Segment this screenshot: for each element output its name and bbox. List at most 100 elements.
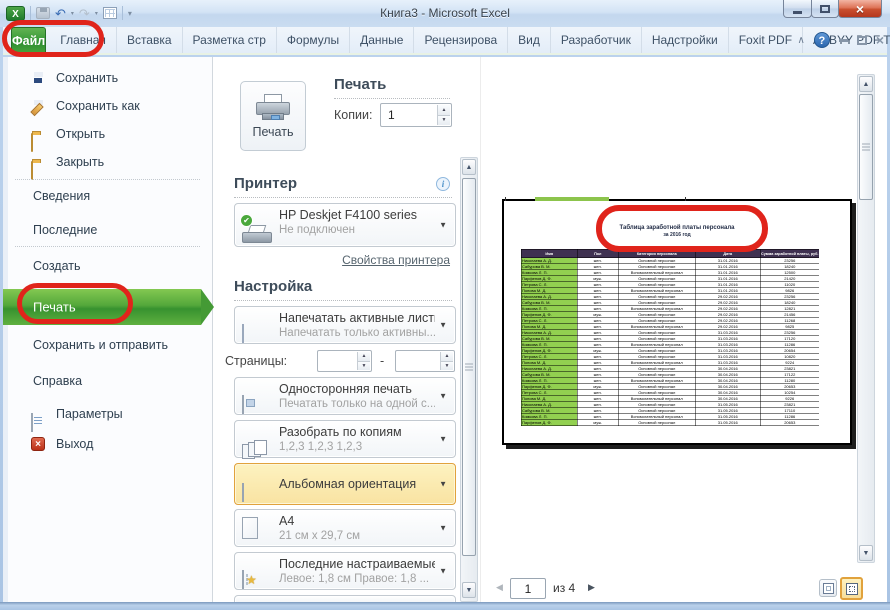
workbook-minimize-icon[interactable]	[839, 39, 848, 42]
sidebar-separator	[15, 246, 200, 247]
ribbon-tab-4[interactable]: Формулы	[277, 27, 350, 53]
preview-scrollbar[interactable]: ▲ ▼	[857, 74, 875, 563]
ribbon-tab-7[interactable]: Вид	[508, 27, 551, 53]
ribbon-tab-10[interactable]: Foxit PDF	[729, 27, 803, 53]
scrollbar-thumb[interactable]	[462, 178, 476, 556]
page-count-label: из 4	[553, 581, 575, 595]
pages-from-stepper[interactable]: ▲▼	[317, 350, 372, 372]
chevron-down-icon: ▼	[439, 480, 447, 489]
maximize-button[interactable]	[811, 0, 839, 18]
excel-window: { "window": { "title": "Книга3 - Microso…	[0, 0, 890, 610]
printer-properties-link[interactable]: Свойства принтера	[342, 253, 450, 267]
spin-up-icon[interactable]: ▲	[437, 105, 450, 115]
previous-page-icon[interactable]: ◀	[496, 582, 503, 593]
collapse-ribbon-icon[interactable]: ∧	[797, 35, 804, 46]
print-settings-panel: Печать Печать Копии: 1 ▲▼ Принтер i ✔ HP…	[214, 57, 460, 602]
table-row: Парфенов Д. Ф.муж.Основной персонал31.05…	[521, 420, 819, 426]
spin-down-icon[interactable]: ▼	[440, 361, 453, 371]
printer-select-dropdown[interactable]: ✔ HP Deskjet F4100 series Не подключен ▼	[234, 203, 456, 247]
ribbon-tab-9[interactable]: Надстройки	[642, 27, 729, 53]
print-what-dropdown[interactable]: Напечатать активные листы Напечатать тол…	[234, 306, 456, 344]
printer-icon	[256, 94, 290, 120]
window-title: Книга3 - Microsoft Excel	[0, 6, 890, 20]
margin-tick	[685, 197, 686, 201]
zoom-to-page-button[interactable]	[840, 577, 863, 600]
chevron-down-icon: ▼	[439, 567, 447, 576]
show-margins-icon	[823, 583, 834, 594]
printer-status: Не подключен	[279, 224, 435, 236]
backstage-view: Сохранить Сохранить как Открыть Закрыть …	[3, 57, 887, 602]
chevron-down-icon: ▼	[439, 392, 447, 401]
minimize-button[interactable]	[783, 0, 812, 18]
close-button[interactable]: ×	[838, 0, 882, 18]
margins-dropdown[interactable]: ★ Последние настраиваемые ... Левое: 1,8…	[234, 552, 456, 590]
sidebar-item-save[interactable]: Сохранить	[3, 65, 212, 91]
scrollbar-thumb[interactable]	[859, 94, 873, 200]
divider	[234, 300, 452, 301]
sidebar-item-save-and-send[interactable]: Сохранить и отправить	[3, 332, 212, 358]
margins-icon: ★	[242, 570, 244, 589]
spin-up-icon[interactable]: ▲	[357, 352, 370, 361]
pages-to-stepper[interactable]: ▲▼	[395, 350, 455, 372]
chevron-down-icon: ▼	[439, 435, 447, 444]
workbook-close-icon[interactable]: ×	[876, 34, 884, 46]
info-icon[interactable]: i	[436, 177, 450, 191]
ribbon-tab-3[interactable]: Разметка стр	[183, 27, 277, 53]
scroll-up-icon[interactable]: ▲	[859, 76, 873, 92]
annotation-ellipse-print-item	[17, 283, 133, 324]
sidebar-item-close[interactable]: Закрыть	[3, 149, 212, 175]
sidebar-item-options[interactable]: Параметры	[3, 401, 212, 427]
spin-down-icon[interactable]: ▼	[437, 115, 450, 126]
title-bar: X ↶▾ ↷▾ ▾ Книга3 - Microsoft Excel ×	[0, 0, 890, 27]
sidebar-item-new[interactable]: Создать	[3, 253, 212, 279]
workbook-restore-icon[interactable]	[857, 36, 867, 45]
settings-section-title: Настройка	[234, 278, 312, 295]
exit-icon: ×	[31, 437, 45, 451]
sidebar-item-recent[interactable]: Последние	[3, 217, 212, 243]
copies-stepper[interactable]: 1 ▲▼	[380, 103, 452, 127]
help-icon[interactable]: ?	[814, 32, 830, 48]
preview-table: ИмяПолКатегория персоналаДатаСумма зараб…	[521, 249, 819, 427]
sidebar-item-info[interactable]: Сведения	[3, 183, 212, 209]
sidebar-separator	[15, 179, 200, 180]
ribbon-tab-row: Файл ГлавнаяВставкаРазметка стрФормулыДа…	[3, 27, 887, 55]
divider	[234, 197, 452, 198]
backstage-sidebar: Сохранить Сохранить как Открыть Закрыть …	[3, 57, 213, 602]
current-page-input[interactable]: 1	[510, 578, 546, 599]
close-folder-icon	[31, 161, 33, 180]
preview-page-top-strip	[535, 197, 609, 201]
close-icon: ×	[856, 2, 864, 16]
sidebar-item-exit[interactable]: × Выход	[3, 431, 212, 457]
options-icon	[31, 413, 33, 432]
settings-scrollbar[interactable]: ▲ ▼	[460, 157, 478, 602]
duplex-dropdown[interactable]: Односторонняя печать Печатать только на …	[234, 377, 456, 415]
annotation-ellipse-file-tab	[2, 20, 104, 57]
chevron-down-icon: ▼	[439, 221, 447, 230]
print-button[interactable]: Печать	[240, 81, 306, 151]
scroll-down-icon[interactable]: ▼	[859, 545, 873, 561]
ribbon-tab-6[interactable]: Рецензирова	[414, 27, 508, 53]
divider	[334, 98, 450, 99]
scroll-down-icon[interactable]: ▼	[462, 582, 476, 598]
pages-dash: -	[380, 354, 384, 368]
orientation-dropdown[interactable]: Альбомная ориентация ▼	[234, 463, 456, 505]
copies-label: Копии:	[334, 108, 372, 122]
chevron-down-icon: ▼	[439, 524, 447, 533]
collation-dropdown[interactable]: Разобрать по копиям 1,2,3 1,2,3 1,2,3 ▼	[234, 420, 456, 458]
maximize-icon	[820, 5, 830, 13]
show-margins-button[interactable]	[819, 579, 837, 597]
ribbon-tab-2[interactable]: Вставка	[117, 27, 183, 53]
paper-size-icon	[242, 517, 258, 539]
sidebar-item-open[interactable]: Открыть	[3, 121, 212, 147]
paper-size-dropdown[interactable]: A4 21 см x 29,7 см ▼	[234, 509, 456, 547]
sidebar-item-save-as[interactable]: Сохранить как	[3, 93, 212, 119]
preview-page-navigation: ◀ 1 из 4 ▶	[481, 578, 887, 602]
ribbon-tab-5[interactable]: Данные	[350, 27, 414, 53]
ribbon-tab-8[interactable]: Разработчик	[551, 27, 642, 53]
star-icon: ★	[246, 572, 257, 588]
scroll-up-icon[interactable]: ▲	[462, 159, 476, 175]
next-page-icon[interactable]: ▶	[588, 582, 595, 593]
spin-down-icon[interactable]: ▼	[357, 361, 370, 371]
spin-up-icon[interactable]: ▲	[440, 352, 453, 361]
sidebar-item-help[interactable]: Справка	[3, 368, 212, 394]
